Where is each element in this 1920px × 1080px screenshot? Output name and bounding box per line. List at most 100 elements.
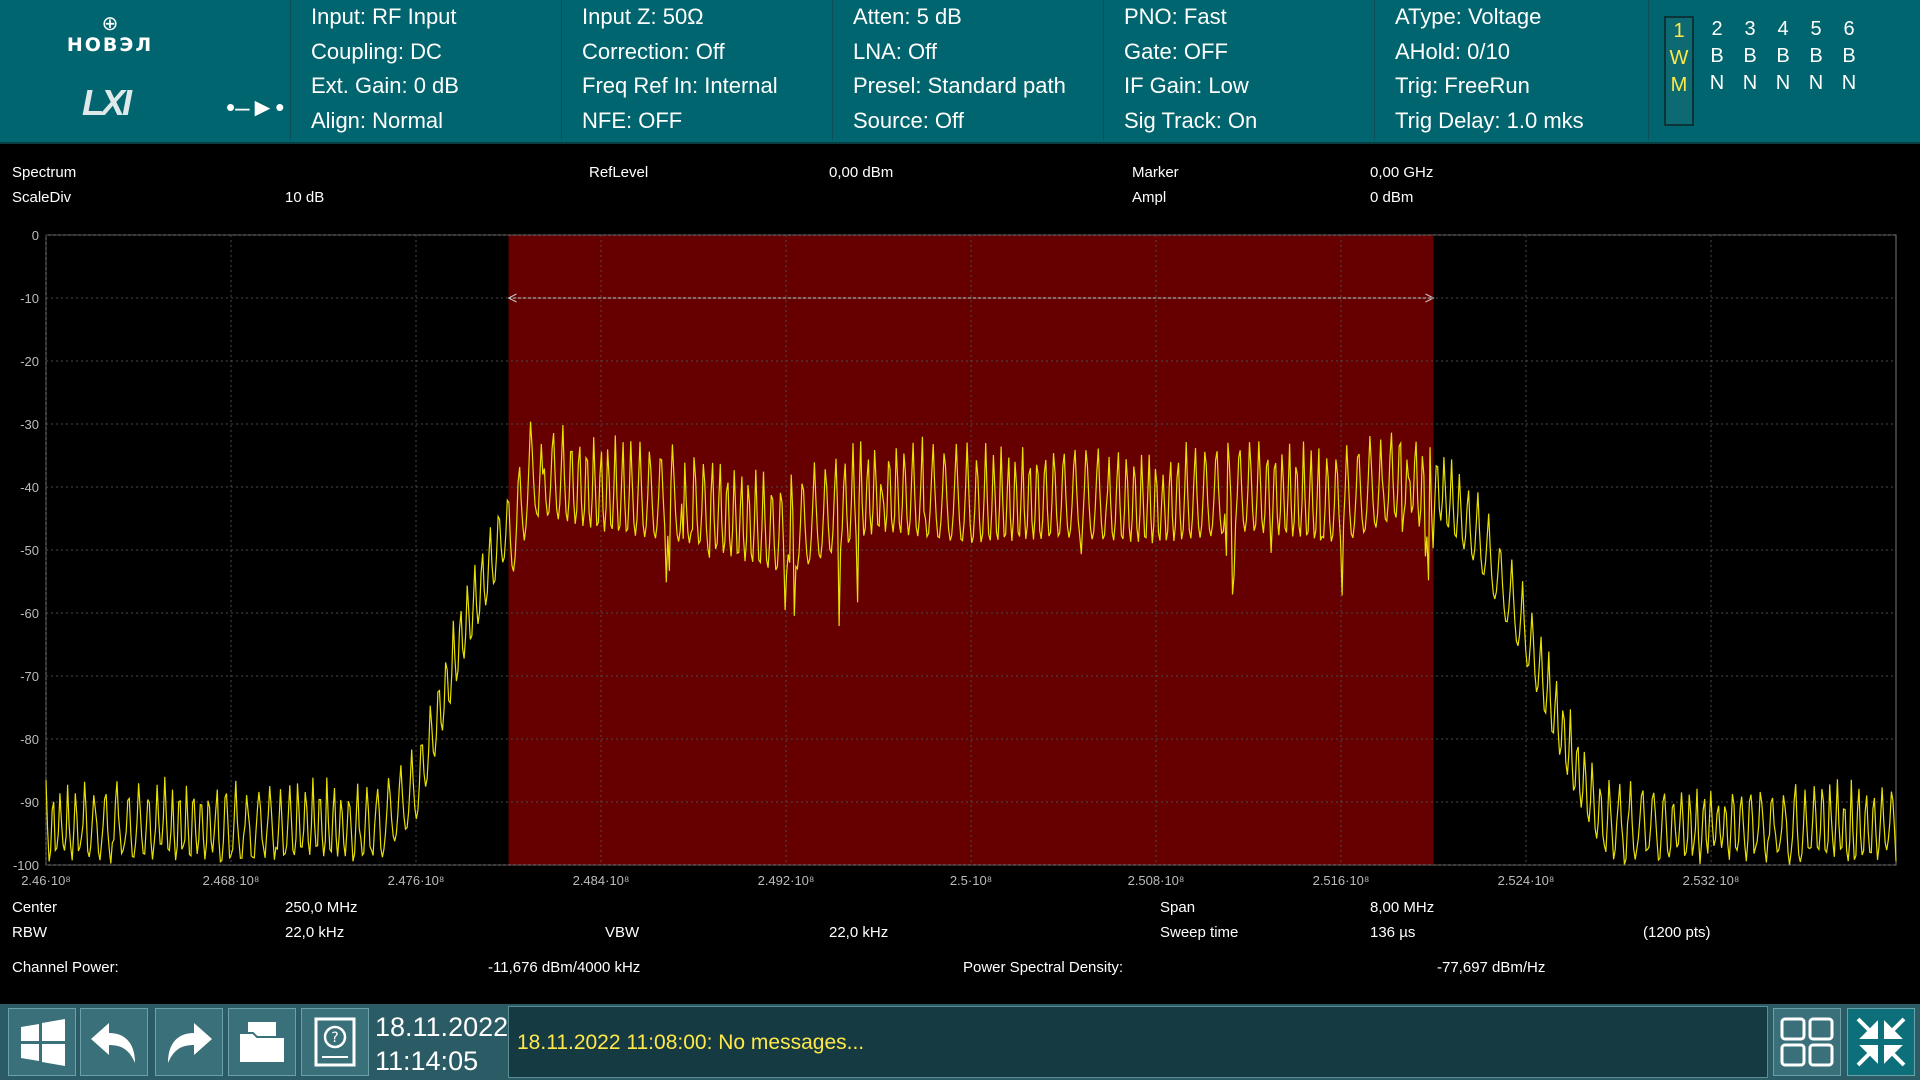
x-tick-label: 2.5·10⁸: [950, 873, 992, 888]
param-column-pno[interactable]: PNO: Fast Gate: OFF IF Gain: Low Sig Tra…: [1104, 0, 1375, 140]
trace-2[interactable]: 2 B N: [1702, 16, 1732, 126]
param-coupling[interactable]: Coupling: DC: [311, 35, 561, 70]
x-tick-label: 2.484·10⁸: [573, 873, 630, 888]
trace-4-number: 4: [1777, 18, 1789, 40]
input-arrow-icon: •–►•: [226, 92, 285, 122]
lxi-logo: LXI: [82, 82, 132, 123]
param-freq-ref[interactable]: Freq Ref In: Internal: [582, 69, 832, 104]
y-tick-label: -80: [20, 732, 39, 747]
y-tick-label: -10: [20, 291, 39, 306]
sweep-label: Sweep time: [1160, 924, 1239, 941]
param-input[interactable]: Input: RF Input: [311, 0, 561, 35]
trace-2-number: 2: [1711, 18, 1723, 40]
collapse-button[interactable]: [1847, 1008, 1915, 1076]
undo-button[interactable]: [80, 1008, 148, 1076]
svg-text:?: ?: [331, 1030, 338, 1046]
start-button[interactable]: [8, 1008, 76, 1076]
logo-area: ⊕ НОВЭЛ LXI •–►•: [0, 0, 291, 140]
param-pno[interactable]: PNO: Fast: [1124, 0, 1374, 35]
param-lna[interactable]: LNA: Off: [853, 35, 1103, 70]
channel-power-value: -11,676 dBm/4000 kHz: [488, 959, 641, 976]
trace-selector: 1 W M 2 B N 3 B N 4 B N 5 B N 6 B N: [1664, 16, 1909, 126]
ampl-value: 0 dBm: [1370, 189, 1414, 206]
param-atype[interactable]: AType: Voltage: [1395, 0, 1648, 35]
trace-4-mode: B: [1776, 45, 1790, 67]
x-tick-label: 2.524·10⁸: [1498, 873, 1555, 888]
file-manager-button[interactable]: [228, 1008, 296, 1076]
param-trig-delay[interactable]: Trig Delay: 1.0 mks: [1395, 104, 1648, 139]
taskbar: ? 18.11.2022 11:14:05 18.11.2022 11:08:0…: [0, 1004, 1920, 1080]
trace-6-number: 6: [1843, 18, 1855, 40]
span-label: Span: [1160, 899, 1196, 916]
param-presel[interactable]: Presel: Standard path: [853, 69, 1103, 104]
redo-icon: [168, 1023, 212, 1063]
param-source[interactable]: Source: Off: [853, 104, 1103, 139]
x-tick-label: 2.476·10⁸: [388, 873, 445, 888]
psd-value: -77,697 dBm/Hz: [1437, 959, 1546, 976]
trace-2-mode: B: [1710, 45, 1724, 67]
span-value: 8,00 MHz: [1370, 899, 1435, 916]
message-box[interactable]: 18.11.2022 11:08:00: No messages...: [508, 1006, 1768, 1078]
status-message: 18.11.2022 11:08:00: No messages...: [517, 1031, 865, 1054]
param-ext-gain[interactable]: Ext. Gain: 0 dB: [311, 69, 561, 104]
time-display: 11:14:05: [375, 1046, 479, 1076]
ampl-label: Ampl: [1132, 189, 1167, 206]
psd-label: Power Spectral Density:: [963, 959, 1124, 976]
trace-5-mode: B: [1809, 45, 1823, 67]
y-tick-label: -100: [13, 858, 39, 873]
param-column-input[interactable]: Input: RF Input Coupling: DC Ext. Gain: …: [291, 0, 562, 140]
redo-button[interactable]: [155, 1008, 223, 1076]
y-tick-label: -40: [20, 480, 39, 495]
x-tick-label: 2.46·10⁸: [21, 873, 71, 888]
undo-icon: [91, 1023, 135, 1063]
reflevel-value: 0,00 dBm: [829, 164, 894, 181]
scalediv-value: 10 dB: [285, 189, 325, 206]
vbw-label: VBW: [605, 924, 640, 941]
param-align[interactable]: Align: Normal: [311, 104, 561, 139]
y-tick-label: -90: [20, 795, 39, 810]
trace-6-mode: B: [1842, 45, 1856, 67]
center-value: 250,0 MHz: [285, 899, 358, 916]
trace-6[interactable]: 6 B N: [1834, 16, 1864, 126]
trace-3[interactable]: 3 B N: [1735, 16, 1765, 126]
param-input-z[interactable]: Input Z: 50Ω: [582, 0, 832, 35]
layout-button[interactable]: [1773, 1008, 1841, 1076]
param-column-attenuation[interactable]: Atten: 5 dB LNA: Off Presel: Standard pa…: [833, 0, 1104, 140]
trace-3-mode: B: [1743, 45, 1757, 67]
reflevel-label: RefLevel: [589, 164, 649, 181]
trace-1-mode: W: [1669, 47, 1689, 69]
trace-1[interactable]: 1 W M: [1664, 16, 1694, 126]
top-parameter-bar: ⊕ НОВЭЛ LXI •–►• Input: RF Input Couplin…: [0, 0, 1920, 144]
collapse-arrows-icon: [1856, 1017, 1906, 1067]
trace-1-detector: M: [1670, 74, 1688, 96]
rbw-label: RBW: [12, 924, 47, 941]
param-nfe[interactable]: NFE: OFF: [582, 104, 832, 139]
trace-5[interactable]: 5 B N: [1801, 16, 1831, 126]
param-column-trigger[interactable]: AType: Voltage AHold: 0/10 Trig: FreeRun…: [1375, 0, 1649, 140]
spectrum-plot[interactable]: 0 -10 -20 -30 -40 -50 -60 -70 -80 -90 -1002.46·10⁸…: [0, 222, 1920, 890]
param-correction[interactable]: Correction: Off: [582, 35, 832, 70]
param-trig[interactable]: Trig: FreeRun: [1395, 69, 1648, 104]
param-if-gain[interactable]: IF Gain: Low: [1124, 69, 1374, 104]
y-tick-label: -60: [20, 606, 39, 621]
brand-emblem-icon: ⊕: [101, 13, 119, 35]
help-button[interactable]: ?: [301, 1008, 369, 1076]
marker-value: 0,00 GHz: [1370, 164, 1434, 181]
marker-label: Marker: [1132, 164, 1179, 181]
param-ahold[interactable]: AHold: 0/10: [1395, 35, 1648, 70]
trace-1-number: 1: [1673, 20, 1685, 42]
x-tick-label: 2.492·10⁸: [758, 873, 815, 888]
date-display: 18.11.2022: [375, 1012, 509, 1042]
trace-4[interactable]: 4 B N: [1768, 16, 1798, 126]
folder-icon: [238, 1020, 286, 1064]
trace-4-detector: N: [1775, 72, 1791, 94]
trace-2-detector: N: [1709, 72, 1725, 94]
y-tick-label: -50: [20, 543, 39, 558]
clock: 18.11.2022 11:14:05: [375, 1010, 508, 1078]
trace-3-number: 3: [1744, 18, 1756, 40]
param-gate[interactable]: Gate: OFF: [1124, 35, 1374, 70]
help-book-icon: ?: [314, 1017, 356, 1067]
param-column-impedance[interactable]: Input Z: 50Ω Correction: Off Freq Ref In…: [562, 0, 833, 140]
param-atten[interactable]: Atten: 5 dB: [853, 0, 1103, 35]
param-sig-track[interactable]: Sig Track: On: [1124, 104, 1374, 139]
